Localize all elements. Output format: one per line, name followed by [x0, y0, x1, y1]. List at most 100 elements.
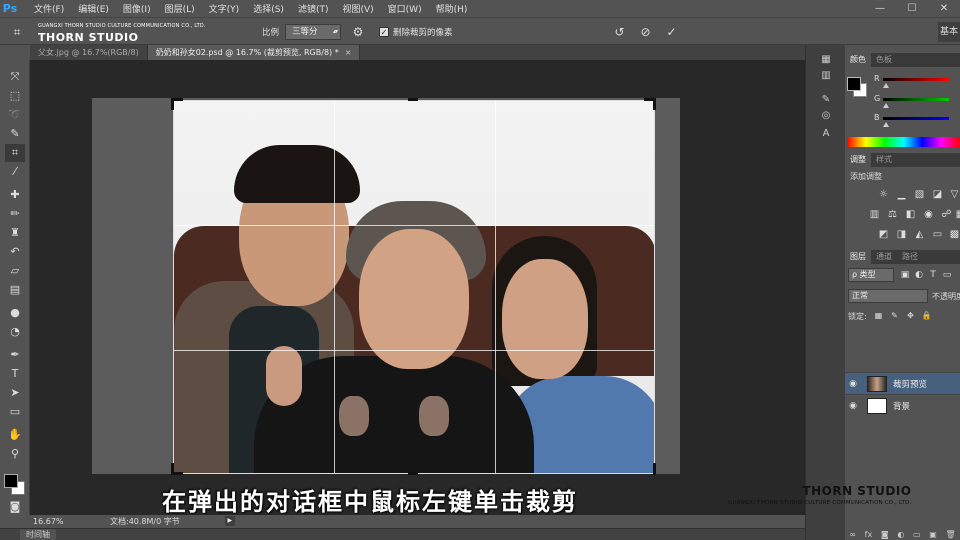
clone-source-icon[interactable]: ◎ [818, 109, 834, 123]
crop-handle-bottom-left[interactable] [171, 472, 183, 475]
lock-position-icon[interactable]: ✥ [905, 310, 916, 321]
black-white-icon[interactable]: ◧ [904, 209, 917, 220]
cancel-icon[interactable]: ⊘ [637, 23, 655, 41]
tab-paths[interactable]: 路径 [897, 250, 923, 264]
crop-handle-bottom-right[interactable] [653, 463, 656, 475]
filter-adjust-icon[interactable]: ◐ [913, 269, 925, 281]
crop-tool-preset-icon[interactable]: ⌗ [8, 23, 26, 41]
crop-handle-bottom[interactable] [408, 472, 418, 475]
link-layers-icon[interactable]: ∞ [849, 530, 856, 539]
crop-handle-top-left[interactable] [171, 98, 174, 110]
commit-icon[interactable]: ✓ [663, 23, 681, 41]
color-balance-icon[interactable]: ⚖ [886, 209, 899, 220]
blue-slider-thumb[interactable] [883, 122, 889, 127]
move-icon[interactable]: ⤧ [5, 68, 25, 86]
properties-panel-icon[interactable]: ▥ [818, 69, 834, 83]
invert-icon[interactable]: ◩ [877, 229, 890, 240]
levels-icon[interactable]: ▁ [895, 189, 908, 200]
eye-icon[interactable]: ◉ [845, 379, 861, 389]
blue-slider[interactable] [883, 117, 949, 120]
menu-image[interactable]: 图像(I) [123, 2, 151, 15]
path-select-icon[interactable]: ➤ [5, 384, 25, 402]
timeline-tab[interactable]: 时间轴 [20, 529, 56, 540]
lock-transparent-icon[interactable]: ▦ [873, 310, 884, 321]
menu-filter[interactable]: 滤镜(T) [298, 2, 329, 15]
color-spectrum[interactable] [847, 137, 960, 147]
canvas-area[interactable] [30, 60, 805, 515]
crop-handle-top[interactable] [408, 98, 418, 101]
overlay-options-select[interactable]: 三等分 [285, 23, 342, 40]
exposure-icon[interactable]: ◪ [931, 189, 944, 200]
marquee-icon[interactable]: ⬚ [5, 87, 25, 105]
photo-filter-icon[interactable]: ◉ [922, 209, 935, 220]
filter-pixel-icon[interactable]: ▣ [899, 269, 911, 281]
zoom-icon[interactable]: ⚲ [5, 445, 25, 463]
menu-edit[interactable]: 编辑(E) [78, 2, 109, 15]
green-slider[interactable] [883, 98, 949, 101]
tab-swatches[interactable]: 色板 [871, 53, 897, 67]
crop-handle-top-right[interactable] [653, 98, 656, 110]
lock-all-icon[interactable]: 🔒 [921, 310, 932, 321]
close-icon[interactable]: × [345, 48, 352, 57]
blend-mode-select[interactable]: 正常 [848, 289, 928, 303]
green-slider-thumb[interactable] [883, 103, 889, 108]
type-icon[interactable]: T [5, 365, 25, 383]
hue-sat-icon[interactable]: ▥ [868, 209, 881, 220]
red-slider[interactable] [883, 78, 949, 81]
history-panel-icon[interactable]: ▦ [818, 53, 834, 67]
foreground-color-swatch[interactable] [4, 474, 18, 488]
character-panel-icon[interactable]: A [818, 127, 834, 141]
close-button[interactable]: ✕ [928, 0, 960, 18]
tab-color[interactable]: 颜色 [845, 53, 871, 67]
gradient-icon[interactable]: ▤ [5, 281, 25, 299]
brightness-icon[interactable]: ☼ [877, 189, 890, 200]
menu-view[interactable]: 视图(V) [342, 2, 373, 15]
dodge-icon[interactable]: ◔ [5, 323, 25, 341]
stamp-icon[interactable]: ♜ [5, 224, 25, 242]
crop-icon[interactable]: ⌗ [5, 144, 25, 162]
tab-grandma-granddaughter[interactable]: 奶奶和孙女02.psd @ 16.7% (裁剪预览, RGB/8) * × [147, 45, 361, 60]
brush-icon[interactable]: ✏ [5, 205, 25, 223]
color-lookup-icon[interactable]: ▦ [954, 209, 960, 220]
layer-background[interactable]: ◉ 背景 [845, 394, 960, 416]
blur-icon[interactable]: ● [5, 304, 25, 322]
layer-style-icon[interactable]: fx [865, 530, 873, 539]
eye-icon[interactable]: ◉ [845, 401, 861, 411]
vibrance-icon[interactable]: ▽ [948, 189, 960, 200]
status-menu-arrow[interactable]: ▶ [224, 516, 235, 526]
menu-type[interactable]: 文字(Y) [209, 2, 240, 15]
channel-mixer-icon[interactable]: ☍ [940, 209, 953, 220]
delete-cropped-checkbox[interactable]: ✓ [379, 26, 390, 37]
quick-mask-icon[interactable]: ◙ [5, 498, 25, 516]
tab-layers[interactable]: 图层 [845, 250, 871, 264]
filter-type-icon[interactable]: T [927, 269, 939, 281]
eraser-icon[interactable]: ▱ [5, 262, 25, 280]
curves-icon[interactable]: ▧ [913, 189, 926, 200]
pen-icon[interactable]: ✒ [5, 346, 25, 364]
filter-shape-icon[interactable]: ▭ [941, 269, 953, 281]
gradient-map-icon[interactable]: ▭ [931, 229, 944, 240]
menu-select[interactable]: 选择(S) [253, 2, 284, 15]
tab-channels[interactable]: 通道 [871, 250, 897, 264]
selective-color-icon[interactable]: ▩ [948, 229, 960, 240]
lock-pixels-icon[interactable]: ✎ [889, 310, 900, 321]
tab-father-daughter[interactable]: 父女.jpg @ 16.7%(RGB/8) [30, 45, 148, 60]
maximize-button[interactable]: ☐ [896, 0, 928, 18]
reset-icon[interactable]: ↺ [611, 23, 629, 41]
red-slider-thumb[interactable] [883, 83, 889, 88]
quick-select-icon[interactable]: ✎ [5, 125, 25, 143]
posterize-icon[interactable]: ◨ [895, 229, 908, 240]
menu-layer[interactable]: 图层(L) [165, 2, 195, 15]
workspace-button[interactable]: 基本 [938, 22, 960, 42]
history-brush-icon[interactable]: ↶ [5, 243, 25, 261]
eyedropper-icon[interactable]: ⁄ [5, 163, 25, 181]
crop-box[interactable] [173, 100, 655, 474]
tab-styles[interactable]: 样式 [871, 153, 897, 167]
zoom-field[interactable]: 16.67% [30, 517, 64, 526]
new-layer-icon[interactable]: ▣ [929, 530, 937, 539]
add-mask-icon[interactable]: ◙ [881, 530, 889, 539]
tab-adjustments[interactable]: 调整 [845, 153, 871, 167]
threshold-icon[interactable]: ◭ [913, 229, 926, 240]
delete-layer-icon[interactable]: 🗑 [945, 530, 955, 539]
new-group-icon[interactable]: ▭ [913, 530, 921, 539]
